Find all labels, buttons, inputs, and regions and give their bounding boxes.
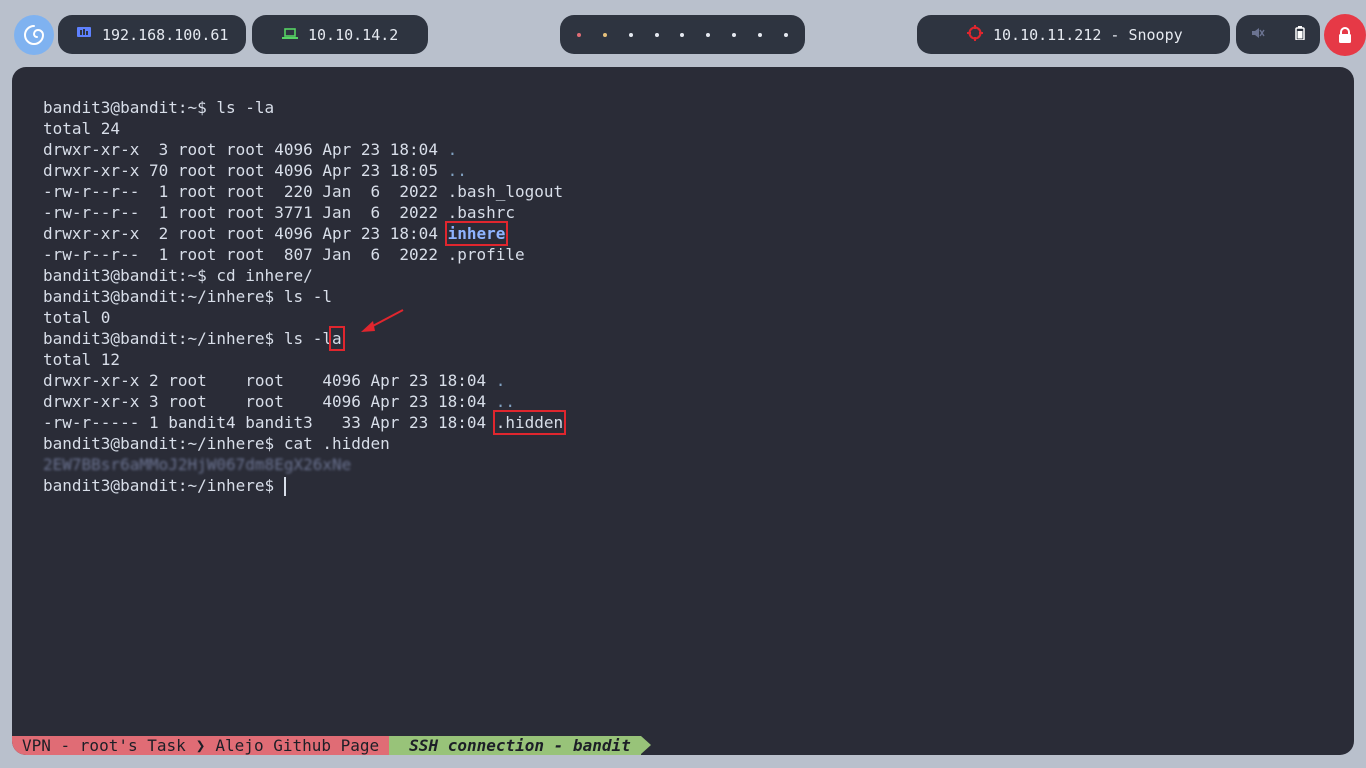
terminal-text: .. (495, 392, 516, 411)
terminal-line: bandit3@bandit:~$ cd inhere/ (43, 265, 563, 286)
tmux-status-bar: VPN - root's Task ❯ Alejo Github Page SS… (12, 736, 651, 755)
workspace-dot[interactable] (680, 32, 685, 37)
terminal-line: bandit3@bandit:~/inhere$ cat .hidden (43, 433, 563, 454)
terminal-line: drwxr-xr-x 3 root root 4096 Apr 23 18:04… (43, 391, 563, 412)
status-separator-icon: ❯ (195, 736, 216, 755)
terminal-line: bandit3@bandit:~/inhere$ ls -l (43, 286, 563, 307)
text-cursor (283, 477, 286, 496)
terminal-line: bandit3@bandit:~/inhere$ ls -la (43, 326, 563, 351)
highlighted-text: a (329, 326, 345, 351)
terminal-text: -rw-r--r-- 1 root root 807 Jan 6 2022 .p… (43, 245, 525, 264)
lock-button[interactable] (1324, 14, 1366, 56)
status-segment-github[interactable]: Alejo Github Page (215, 736, 390, 755)
terminal-text: total 24 (43, 119, 121, 138)
terminal-text: total 0 (43, 308, 111, 327)
workspace-dot[interactable] (783, 32, 788, 37)
top-bar: 192.168.100.61 10.10.14.2 10.10.11.212 -… (0, 0, 1366, 70)
status-segment-ssh[interactable]: SSH connection - bandit (389, 736, 641, 755)
target-widget[interactable]: 10.10.11.212 - Snoopy (917, 15, 1230, 54)
terminal-line: total 0 (43, 307, 563, 328)
terminal-text: drwxr-xr-x 2 root root 4096 Apr 23 18:04 (43, 371, 496, 390)
annotation-arrow-icon (361, 309, 404, 332)
terminal-line: drwxr-xr-x 2 root root 4096 Apr 23 18:04… (43, 221, 563, 246)
terminal-text: .. (447, 161, 467, 180)
laptop-icon (282, 26, 298, 44)
workspace-dot[interactable] (758, 32, 763, 37)
terminal-line: bandit3@bandit:~/inhere$ (43, 475, 563, 496)
os-logo-icon[interactable] (14, 15, 54, 55)
terminal-text: . (495, 371, 506, 390)
workspace-dot[interactable] (654, 32, 659, 37)
swirl-icon (24, 25, 45, 45)
terminal-text: . (447, 140, 458, 159)
terminal-text: drwxr-xr-x 2 root root 4096 Apr 23 18:04 (43, 224, 448, 243)
workspace-indicator[interactable] (560, 15, 805, 54)
workspace-dot[interactable] (628, 32, 633, 37)
volume-muted-icon[interactable] (1251, 26, 1265, 44)
terminal-text: -rw-r----- 1 bandit4 bandit3 33 Apr 23 1… (43, 413, 496, 432)
terminal-text: bandit3@bandit:~$ cd inhere/ (43, 266, 313, 285)
terminal-text: bandit3@bandit:~/inhere$ ls -l (43, 329, 332, 348)
terminal-text: 2EW7BBsr6aMMoJ2HjW067dm8EgX26xNe (43, 455, 352, 474)
highlighted-text: inhere (444, 221, 509, 246)
terminal-line: total 24 (43, 118, 563, 139)
workspace-dot[interactable] (732, 32, 737, 37)
host-ip-text: 192.168.100.61 (102, 25, 229, 44)
system-tray (1236, 15, 1320, 54)
crosshair-icon (967, 24, 983, 45)
terminal-window[interactable]: bandit3@bandit:~$ ls -la total 24 drwxr-xr… (12, 67, 1354, 755)
monitor-network-icon (76, 26, 92, 44)
terminal-text: -rw-r--r-- 1 root root 3771 Jan 6 2022 .… (43, 203, 516, 222)
host-ip-widget[interactable]: 192.168.100.61 (58, 15, 246, 54)
battery-icon[interactable] (1295, 25, 1305, 44)
terminal-line: total 12 (43, 349, 563, 370)
terminal-line: bandit3@bandit:~$ ls -la (43, 97, 563, 118)
terminal-line: -rw-r----- 1 bandit4 bandit3 33 Apr 23 1… (43, 410, 567, 435)
terminal-text: drwxr-xr-x 3 root root 4096 Apr 23 18:04 (43, 392, 496, 411)
terminal-line: drwxr-xr-x 70 root root 4096 Apr 23 18:0… (43, 160, 563, 181)
terminal-text: bandit3@bandit:~/inhere$ cat .hidden (43, 434, 390, 453)
terminal-line: -rw-r--r-- 1 root root 807 Jan 6 2022 .p… (43, 244, 563, 265)
vpn-ip-widget[interactable]: 10.10.14.2 (252, 15, 428, 54)
status-arrow-icon (640, 736, 651, 754)
lock-icon (1339, 27, 1351, 43)
terminal-text: bandit3@bandit:~/inhere$ ls -l (43, 287, 332, 306)
terminal-line: drwxr-xr-x 2 root root 4096 Apr 23 18:04… (43, 370, 563, 391)
terminal-text: -rw-r--r-- 1 root root 220 Jan 6 2022 .b… (43, 182, 564, 201)
status-segment-vpn[interactable]: VPN - root's Task (12, 736, 196, 755)
terminal-line: -rw-r--r-- 1 root root 3771 Jan 6 2022 .… (43, 202, 563, 223)
terminal-output: bandit3@bandit:~$ ls -la total 24 drwxr-xr… (43, 97, 567, 496)
terminal-text: total 12 (43, 350, 121, 369)
target-text: 10.10.11.212 - Snoopy (993, 25, 1183, 44)
terminal-line: drwxr-xr-x 3 root root 4096 Apr 23 18:04… (43, 139, 563, 160)
workspace-dot[interactable] (602, 32, 607, 37)
workspace-dot[interactable] (576, 32, 581, 37)
terminal-line: -rw-r--r-- 1 root root 220 Jan 6 2022 .b… (43, 181, 563, 202)
vpn-ip-text: 10.10.14.2 (308, 25, 399, 44)
terminal-line: 2EW7BBsr6aMMoJ2HjW067dm8EgX26xNe (43, 454, 563, 475)
terminal-text: drwxr-xr-x 70 root root 4096 Apr 23 18:0… (43, 161, 448, 180)
workspace-dot[interactable] (706, 32, 711, 37)
terminal-text: bandit3@bandit:~/inhere$ (43, 476, 284, 495)
terminal-text: bandit3@bandit:~$ ls -la (43, 98, 275, 117)
highlighted-text: .hidden (492, 410, 567, 435)
terminal-text: drwxr-xr-x 3 root root 4096 Apr 23 18:04 (43, 140, 448, 159)
